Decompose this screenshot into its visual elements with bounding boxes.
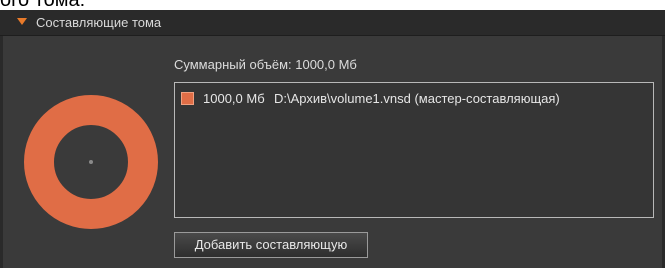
add-component-button[interactable]: Добавить составляющую	[174, 232, 368, 258]
panel-left-border	[0, 36, 3, 268]
volume-donut-chart	[24, 95, 158, 229]
clipped-heading-text: ого тома:	[0, 0, 85, 10]
component-path: D:\Архив\volume1.vnsd (мастер-составляющ…	[274, 91, 560, 106]
component-color-swatch	[181, 92, 194, 105]
collapse-arrow-icon[interactable]	[17, 18, 27, 25]
donut-svg	[24, 95, 158, 229]
components-panel: Составляющие тома Суммарный объём: 1000,…	[0, 10, 665, 268]
donut-center-dot	[89, 160, 93, 164]
total-size-label: Суммарный объём: 1000,0 Мб	[174, 57, 357, 72]
panel-header[interactable]: Составляющие тома	[0, 10, 665, 36]
panel-title: Составляющие тома	[36, 15, 162, 30]
top-clipped-text-strip: ого тома:	[0, 0, 665, 10]
components-list[interactable]: 1000,0 Мб D:\Архив\volume1.vnsd (мастер-…	[174, 82, 654, 218]
component-size: 1000,0 Мб	[203, 91, 265, 106]
